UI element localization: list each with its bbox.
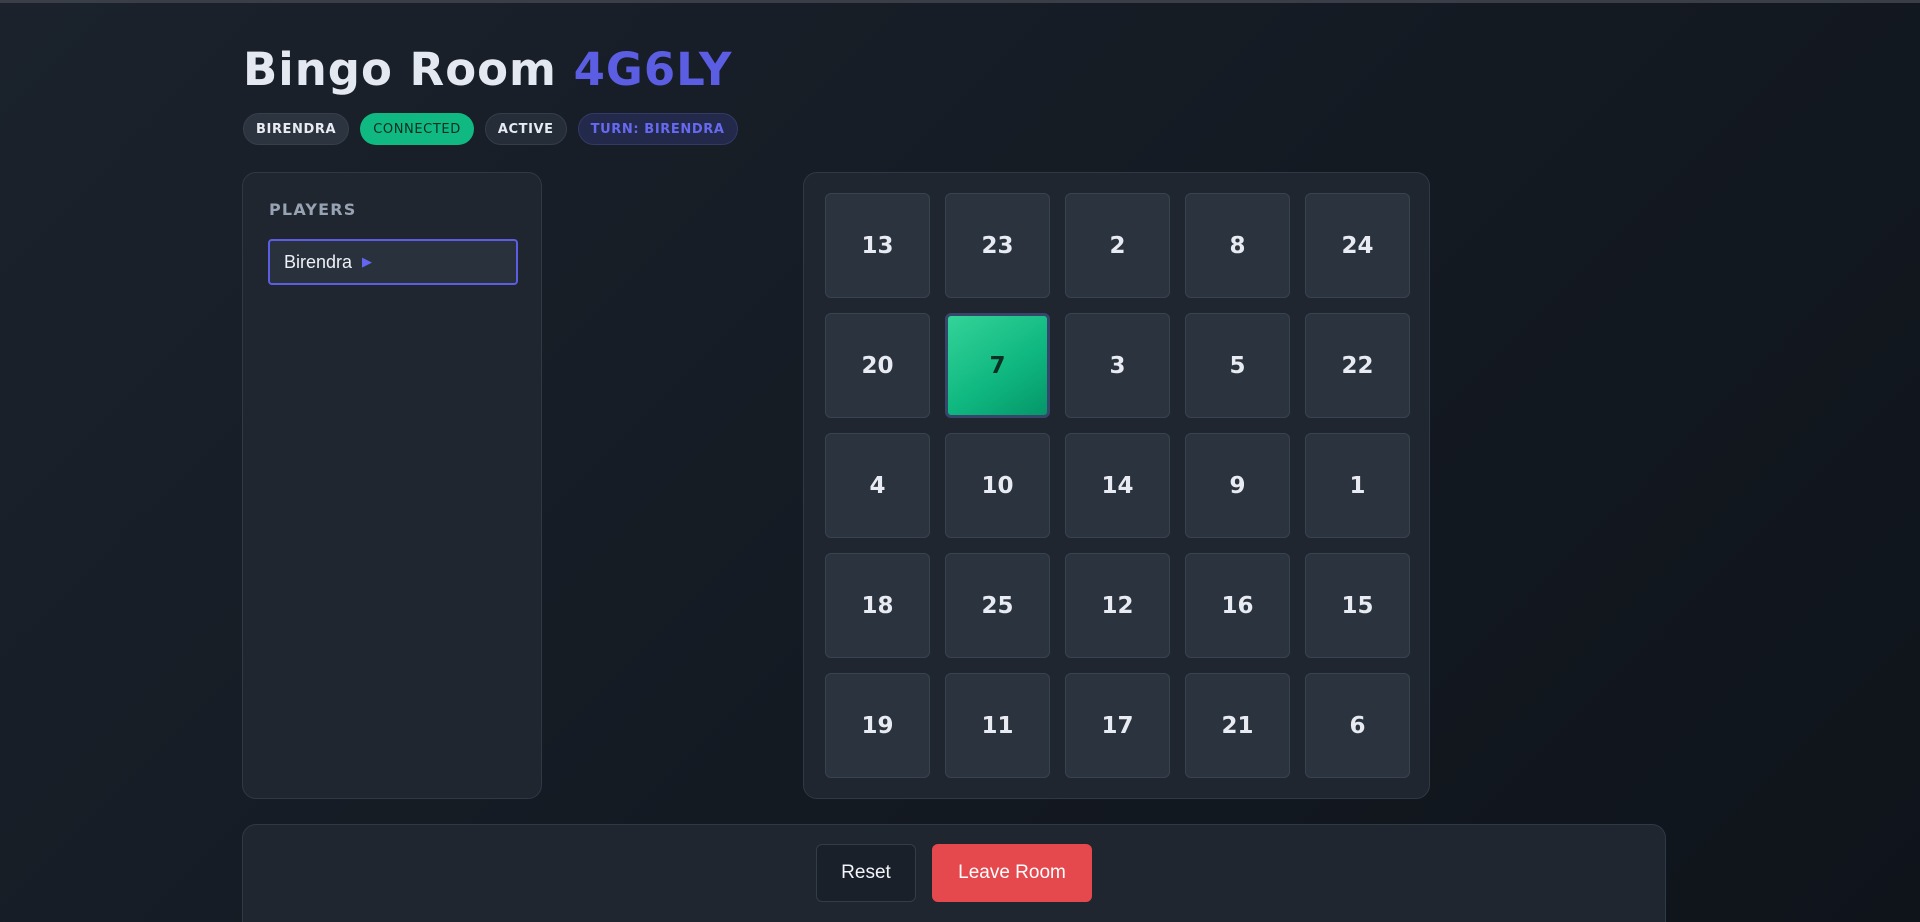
bingo-cell[interactable]: 19	[825, 673, 930, 778]
turn-indicator-icon: ▶	[362, 254, 373, 269]
players-panel: PLAYERS Birendra ▶	[242, 172, 542, 799]
bingo-cell[interactable]: 3	[1065, 313, 1170, 418]
bingo-cell[interactable]: 13	[825, 193, 930, 298]
bingo-cell[interactable]: 1	[1305, 433, 1410, 538]
bingo-cell[interactable]: 23	[945, 193, 1050, 298]
bingo-cell[interactable]: 24	[1305, 193, 1410, 298]
action-bar: Reset Leave Room	[242, 824, 1666, 922]
user-badge: BIRENDRA	[243, 113, 350, 145]
bingo-cell[interactable]: 4	[825, 433, 930, 538]
bingo-grid: 13 23 2 8 24 20 7 3 5 22 4 10 14 9 1 18 …	[825, 193, 1410, 778]
window-top-border	[0, 0, 1920, 3]
connection-badge: CONNECTED	[360, 113, 474, 145]
bingo-cell[interactable]: 18	[825, 553, 930, 658]
bingo-cell[interactable]: 22	[1305, 313, 1410, 418]
bingo-cell[interactable]: 2	[1065, 193, 1170, 298]
bingo-cell[interactable]: 20	[825, 313, 930, 418]
bingo-cell[interactable]: 10	[945, 433, 1050, 538]
bingo-cell[interactable]: 17	[1065, 673, 1170, 778]
bingo-cell[interactable]: 9	[1185, 433, 1290, 538]
leave-room-button[interactable]: Leave Room	[932, 844, 1092, 902]
reset-button[interactable]: Reset	[816, 844, 916, 902]
bingo-cell[interactable]: 8	[1185, 193, 1290, 298]
bingo-cell[interactable]: 12	[1065, 553, 1170, 658]
bingo-cell[interactable]: 16	[1185, 553, 1290, 658]
page-title: Bingo Room 4G6LY	[243, 40, 732, 100]
bingo-cell[interactable]: 6	[1305, 673, 1410, 778]
player-item-birendra[interactable]: Birendra ▶	[268, 239, 518, 285]
room-code: 4G6LY	[573, 43, 733, 96]
bingo-board: 13 23 2 8 24 20 7 3 5 22 4 10 14 9 1 18 …	[803, 172, 1430, 799]
bingo-cell[interactable]: 5	[1185, 313, 1290, 418]
turn-badge: TURN: BIRENDRA	[577, 113, 738, 145]
game-status-badge: ACTIVE	[484, 113, 567, 145]
players-heading: PLAYERS	[269, 200, 357, 219]
player-name: Birendra	[284, 251, 353, 272]
bingo-cell[interactable]: 14	[1065, 433, 1170, 538]
bingo-cell[interactable]: 15	[1305, 553, 1410, 658]
bingo-cell[interactable]: 25	[945, 553, 1050, 658]
bingo-cell[interactable]: 21	[1185, 673, 1290, 778]
status-badges: BIRENDRA CONNECTED ACTIVE TURN: BIRENDRA	[243, 113, 738, 145]
title-text: Bingo Room	[243, 43, 557, 96]
bingo-cell[interactable]: 11	[945, 673, 1050, 778]
bingo-cell-marked[interactable]: 7	[945, 313, 1050, 418]
